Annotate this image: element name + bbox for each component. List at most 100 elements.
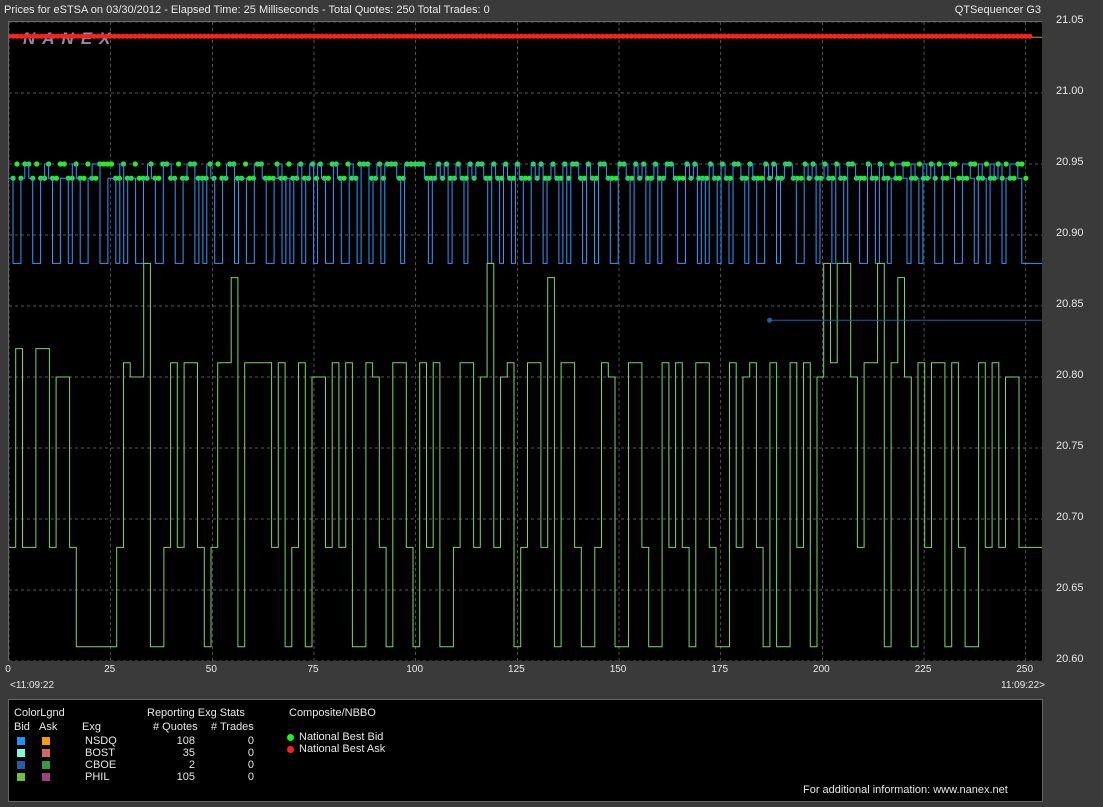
quote-count: 2	[188, 759, 195, 771]
nbb-point	[798, 175, 804, 181]
chart-title: Prices for eSTSA on 03/30/2012 - Elapsed…	[4, 4, 490, 16]
cboe-point	[767, 317, 773, 323]
nbb-point	[964, 175, 970, 181]
x-tick-label: 25	[104, 664, 116, 675]
series-line-phil	[9, 262, 1042, 648]
nbb-point	[1003, 161, 1009, 167]
x-tick-label: 100	[406, 664, 424, 675]
nbb-point	[250, 175, 257, 181]
time-start-label: <11:09:22	[10, 680, 55, 691]
quote-count: 105	[176, 771, 195, 783]
nbb-point	[932, 175, 938, 181]
nbb-point	[93, 175, 99, 181]
y-tick-label: 20.75	[1056, 440, 1084, 452]
price-chart: NANEX	[9, 22, 1042, 661]
x-tick-label: 200	[813, 664, 830, 675]
nbb-point	[680, 175, 686, 181]
trades-column-label: # Trades	[211, 721, 254, 733]
bid-swatch-icon	[17, 773, 25, 781]
bid-column-label: Bid	[14, 721, 30, 733]
nbb-point	[1019, 161, 1025, 167]
nbb-point	[61, 161, 67, 167]
nbb-point	[53, 175, 60, 181]
nbb-point	[341, 175, 347, 181]
y-tick-label: 20.95	[1056, 156, 1084, 168]
x-tick-label: 125	[508, 664, 525, 675]
nbb-point	[215, 161, 221, 167]
nbb-point	[861, 175, 867, 181]
bid-swatch-icon	[17, 749, 25, 757]
trade-count: 0	[247, 747, 254, 759]
y-tick-label: 20.70	[1056, 511, 1084, 523]
nbb-point	[242, 161, 249, 167]
x-tick-label: 225	[914, 664, 932, 675]
nbb-point	[380, 175, 387, 181]
trade-count: 0	[247, 759, 254, 771]
exg-column-label: Exg	[82, 721, 101, 733]
nbb-point	[972, 161, 978, 167]
nbb-point	[1011, 175, 1017, 181]
nbb-label: National Best Bid	[299, 731, 384, 743]
nbb-point	[85, 161, 91, 167]
y-tick-label: 20.80	[1056, 369, 1084, 381]
nbb-point	[759, 175, 765, 181]
nbb-point	[108, 161, 115, 167]
nbb-dot-icon	[287, 734, 294, 741]
nbb-point	[14, 161, 20, 167]
nbb-point	[897, 175, 903, 181]
nbb-point	[952, 161, 958, 167]
nbb-point	[916, 161, 923, 167]
color-legend-title: ColorLgnd	[14, 707, 65, 719]
y-tick-label: 21.00	[1056, 85, 1084, 97]
bid-swatch-icon	[17, 761, 25, 769]
y-tick-label: 20.90	[1056, 227, 1084, 239]
x-tick-label: 0	[5, 664, 11, 675]
exchange-name: BOST	[85, 747, 115, 759]
nbb-point	[889, 161, 895, 167]
plot-area[interactable]: NANEX	[8, 21, 1042, 661]
nba-label: National Best Ask	[299, 743, 386, 755]
ask-column-label: Ask	[39, 721, 58, 733]
nbb-point	[325, 175, 331, 181]
nbb-point	[81, 175, 87, 181]
nbb-point	[1023, 175, 1029, 181]
trade-count: 0	[247, 771, 254, 783]
nbb-point	[983, 161, 990, 167]
y-tick-label: 20.60	[1056, 653, 1084, 665]
x-tick-label: 75	[307, 664, 319, 675]
nba-dot-icon	[287, 746, 294, 753]
nbb-point	[936, 161, 942, 167]
trade-count: 0	[247, 735, 254, 747]
ask-swatch-icon	[42, 749, 50, 757]
exchange-name: NSDQ	[85, 735, 117, 747]
nbb-point	[175, 161, 182, 167]
app-name: QTSequencer G3	[954, 4, 1041, 16]
exchange-name: CBOE	[85, 759, 117, 771]
x-axis: 0 25 50 75 100 125 150 175 200 225 250	[0, 662, 1060, 692]
quote-count: 35	[182, 747, 195, 759]
stats-title: Reporting Exg Stats	[147, 707, 245, 719]
quotes-column-label: # Quotes	[153, 721, 198, 733]
ask-swatch-icon	[42, 773, 50, 781]
nbb-point	[203, 175, 209, 181]
quote-count: 108	[176, 735, 195, 747]
ask-swatch-icon	[42, 761, 50, 769]
legend-panel: ColorLgnd Bid Ask Exg Reporting Exg Stat…	[8, 699, 1043, 802]
nbb-point	[156, 175, 162, 181]
x-tick-label: 150	[609, 664, 627, 675]
bid-swatch-icon	[17, 737, 25, 745]
y-axis: 21.05 21.00 20.95 20.90 20.85 20.80 20.75 20.70…	[1042, 14, 1103, 681]
nbb-point	[905, 161, 911, 167]
y-tick-label: 20.85	[1056, 298, 1084, 310]
nbb-point	[313, 175, 320, 181]
exchange-name: PHIL	[85, 771, 110, 783]
ask-swatch-icon	[42, 737, 50, 745]
nbb-point	[34, 161, 40, 167]
x-tick-label: 50	[205, 664, 217, 675]
nbb-point	[944, 175, 950, 181]
nbb-point	[286, 161, 292, 167]
footer-info: For additional information: www.nanex.ne…	[803, 784, 1008, 796]
time-end-label: 11:09:22>	[1001, 680, 1046, 691]
x-tick-label: 175	[711, 664, 729, 675]
nba-point	[1027, 33, 1033, 39]
